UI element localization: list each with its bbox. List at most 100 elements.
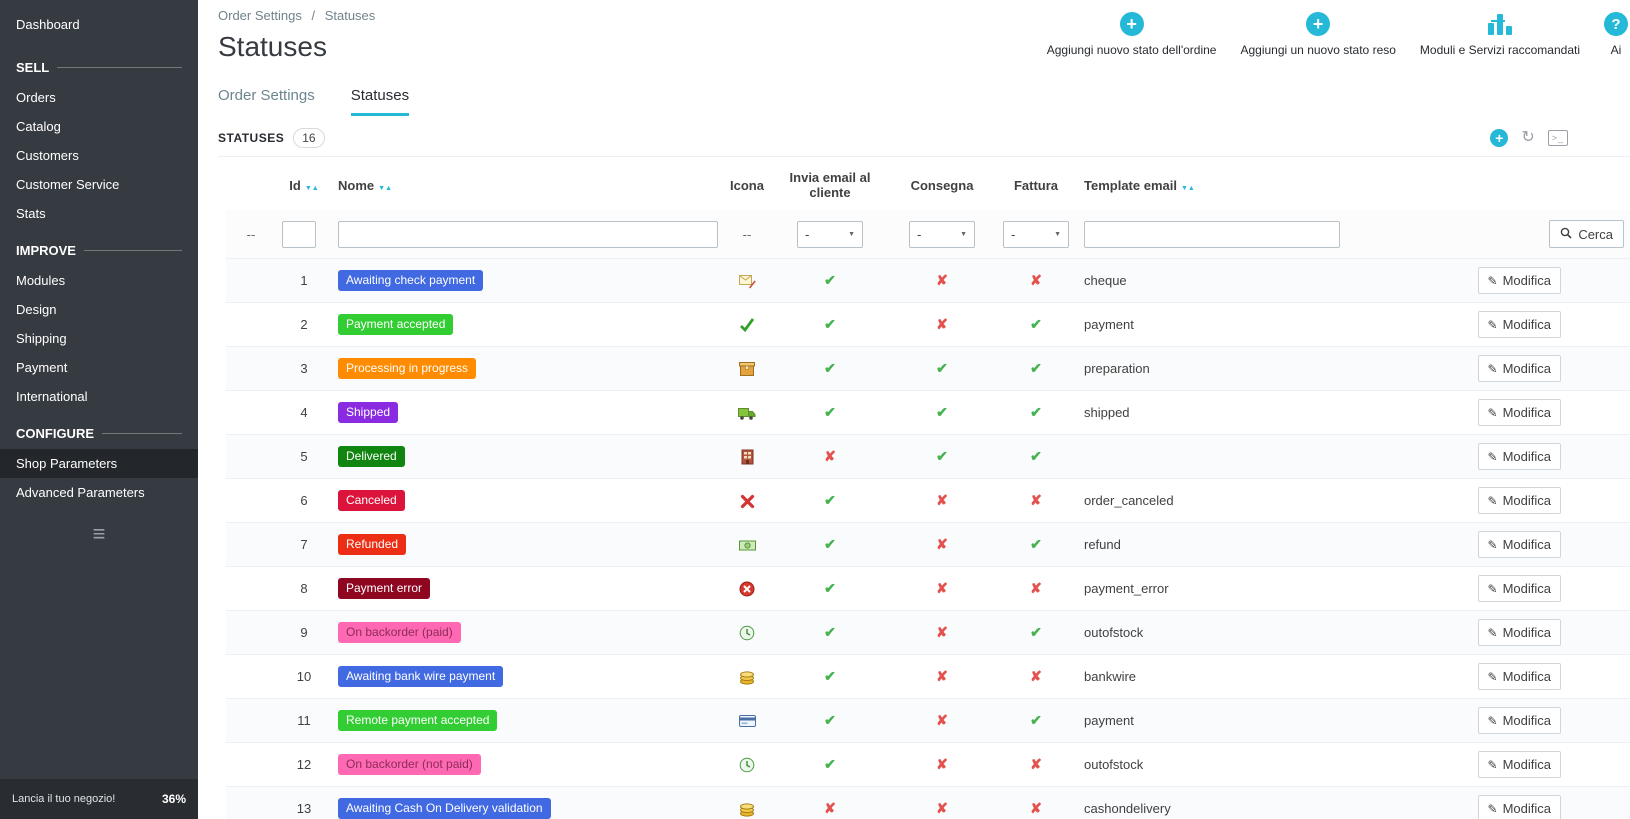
invoice-cell: ✔	[994, 434, 1078, 479]
edit-button[interactable]: ✎ Modifica	[1477, 399, 1561, 426]
invoice-check-icon: ✔	[1030, 360, 1042, 376]
sidebar-item-orders[interactable]: Orders	[0, 83, 198, 112]
status-row: 3 Processing in progress ✔ ✔ ✔ preparation ✎ Mo…	[226, 346, 1630, 391]
header-id[interactable]: Id ▼▲	[276, 157, 332, 210]
edit-button[interactable]: ✎ Modifica	[1477, 663, 1561, 690]
select-cell	[226, 698, 276, 743]
edit-button[interactable]: ✎ Modifica	[1477, 795, 1561, 819]
launch-store-progress: 36%	[161, 792, 186, 806]
sidebar-item-dashboard[interactable]: Dashboard	[0, 0, 198, 45]
delivery-cell: ✘	[890, 302, 994, 347]
sort-icon[interactable]: ▼▲	[378, 178, 392, 193]
delivery-cross-icon: ✘	[936, 580, 948, 596]
recommended-modules-action[interactable]: Moduli e Servizi raccomandati	[1420, 12, 1580, 57]
invoice-cross-icon: ✘	[1030, 492, 1042, 508]
sidebar-item-customer-service[interactable]: Customer Service	[0, 170, 198, 199]
sidebar-item-advanced-parameters[interactable]: Advanced Parameters	[0, 478, 198, 507]
id-cell: 12	[276, 742, 332, 787]
edit-button[interactable]: ✎ Modifica	[1477, 311, 1561, 338]
sort-icon[interactable]: ▼▲	[305, 178, 319, 193]
status-row: 7 Refunded ✔ ✘ ✔ refund ✎ Modifica	[226, 522, 1630, 567]
id-cell: 11	[276, 698, 332, 743]
menu-collapse-icon[interactable]: ≡	[0, 507, 198, 561]
template-filter-input[interactable]	[1084, 220, 1340, 248]
actions-cell: ✎ Modifica	[1448, 522, 1630, 567]
invoice-filter-select[interactable]: - ▼	[1003, 220, 1069, 248]
name-cell: On backorder (not paid)	[332, 742, 724, 787]
delivery-filter-select[interactable]: - ▼	[909, 220, 975, 248]
select-value: -	[1011, 226, 1016, 242]
pencil-icon: ✎	[1487, 317, 1498, 332]
payment-error-icon	[739, 580, 755, 597]
modules-icon	[1487, 12, 1513, 36]
pencil-icon: ✎	[1487, 625, 1498, 640]
delivery-cross-icon: ✘	[936, 536, 948, 552]
header-name[interactable]: Nome ▼▲	[332, 157, 724, 210]
edit-button[interactable]: ✎ Modifica	[1477, 443, 1561, 470]
email-cell: ✔	[770, 390, 890, 435]
launch-store-banner[interactable]: Lancia il tuo negozio! 36%	[0, 779, 198, 819]
sidebar-item-customers[interactable]: Customers	[0, 141, 198, 170]
edit-button[interactable]: ✎ Modifica	[1477, 707, 1561, 734]
sidebar-item-design[interactable]: Design	[0, 295, 198, 324]
search-button[interactable]: Cerca	[1549, 220, 1624, 248]
invoice-cell: ✔	[994, 610, 1078, 655]
email-cell: ✔	[770, 478, 890, 523]
add-return-status-action[interactable]: + Aggiungi un nuovo stato reso	[1240, 12, 1396, 57]
edit-button[interactable]: ✎ Modifica	[1477, 619, 1561, 646]
delivery-cross-icon: ✘	[936, 624, 948, 640]
tab-order-settings[interactable]: Order Settings	[218, 87, 315, 116]
email-check-icon: ✔	[824, 624, 836, 640]
sidebar-item-catalog[interactable]: Catalog	[0, 112, 198, 141]
sql-console-icon[interactable]: >_	[1547, 130, 1568, 146]
email-cross-icon: ✘	[824, 800, 836, 816]
email-check-icon: ✔	[824, 580, 836, 596]
email-check-icon: ✔	[824, 404, 836, 420]
edit-button[interactable]: ✎ Modifica	[1477, 355, 1561, 382]
name-filter-input[interactable]	[338, 220, 718, 248]
actions-cell: ✎ Modifica	[1448, 478, 1630, 523]
pencil-icon: ✎	[1487, 273, 1498, 288]
edit-button[interactable]: ✎ Modifica	[1477, 267, 1561, 294]
add-icon[interactable]: +	[1490, 129, 1509, 147]
sort-icon[interactable]: ▼▲	[1181, 178, 1195, 193]
sidebar-section-heading-improve: IMPROVE	[0, 228, 198, 266]
template-cell: shipped	[1078, 390, 1448, 435]
id-filter-input[interactable]	[282, 220, 316, 248]
name-cell: Awaiting Cash On Delivery validation	[332, 786, 724, 819]
icon-cell	[724, 522, 770, 567]
breadcrumb-separator: /	[311, 8, 316, 23]
template-cell: payment	[1078, 302, 1448, 347]
delivery-cell: ✔	[890, 390, 994, 435]
sidebar-item-shipping[interactable]: Shipping	[0, 324, 198, 353]
filter-row: -- -- - ▼ - ▼ - ▼ Cerca	[226, 210, 1630, 259]
help-action[interactable]: ? Ai	[1604, 12, 1628, 57]
help-icon: ?	[1604, 12, 1628, 36]
action-label: Ai	[1610, 43, 1622, 57]
refresh-icon[interactable]: ↻	[1521, 130, 1534, 146]
sidebar-item-shop-parameters[interactable]: Shop Parameters	[0, 449, 198, 478]
status-row: 1 Awaiting check payment ✔ ✘ ✘ cheque ✎ Modific…	[226, 258, 1630, 303]
backorder-icon	[739, 756, 755, 773]
sidebar-item-modules[interactable]: Modules	[0, 266, 198, 295]
edit-button[interactable]: ✎ Modifica	[1477, 751, 1561, 778]
invoice-cell: ✘	[994, 258, 1078, 303]
sidebar-item-payment[interactable]: Payment	[0, 353, 198, 382]
tab-statuses[interactable]: Statuses	[350, 87, 410, 116]
status-row: 6 Canceled ✔ ✘ ✘ order_canceled ✎ Modifica	[226, 478, 1630, 523]
header-template[interactable]: Template email ▼▲	[1078, 157, 1448, 210]
invoice-cell: ✔	[994, 346, 1078, 391]
sidebar-item-stats[interactable]: Stats	[0, 199, 198, 228]
breadcrumb-order-settings[interactable]: Order Settings	[218, 8, 302, 23]
edit-button[interactable]: ✎ Modifica	[1477, 575, 1561, 602]
status-badge: Delivered	[338, 445, 405, 468]
select-cell	[226, 742, 276, 787]
add-order-status-action[interactable]: + Aggiungi nuovo stato dell'ordine	[1047, 12, 1216, 57]
breadcrumb-statuses[interactable]: Statuses	[325, 8, 376, 23]
email-filter-select[interactable]: - ▼	[797, 220, 863, 248]
preparation-icon	[739, 360, 755, 376]
sidebar-item-international[interactable]: International	[0, 382, 198, 411]
edit-button[interactable]: ✎ Modifica	[1477, 531, 1561, 558]
status-row: 2 Payment accepted ✔ ✘ ✔ payment ✎ Modifica	[226, 302, 1630, 347]
edit-button[interactable]: ✎ Modifica	[1477, 487, 1561, 514]
